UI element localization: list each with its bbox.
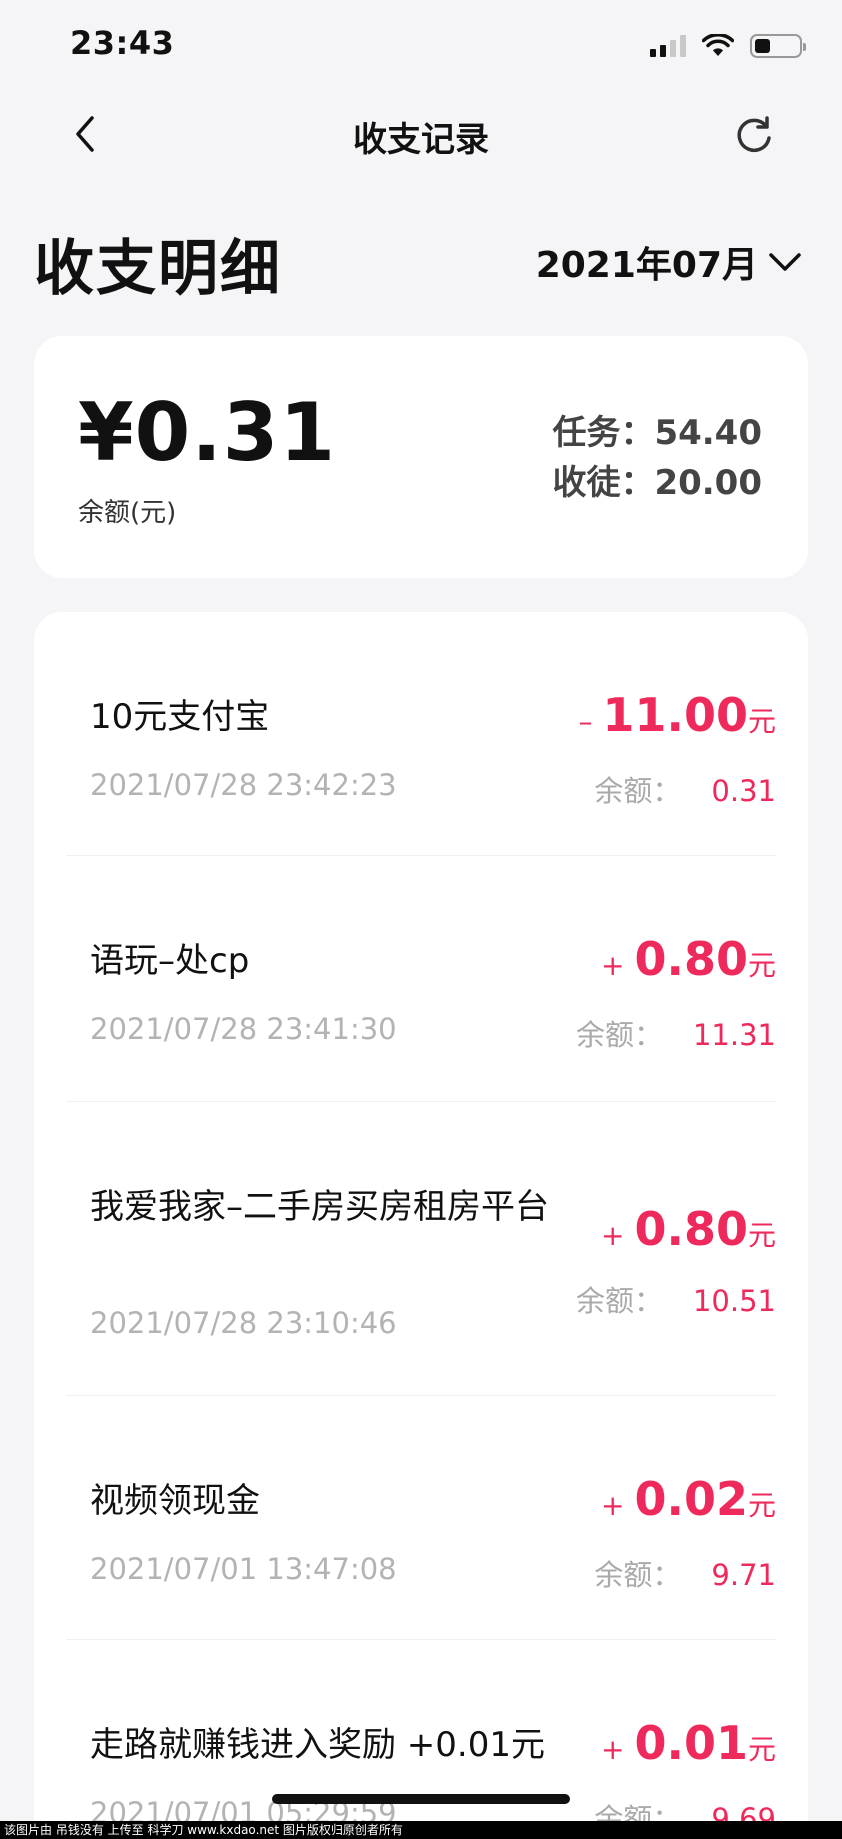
- earnings-stats: 任务：54.40 收徒：20.00: [552, 408, 762, 508]
- amount-sign: +: [601, 949, 625, 982]
- transaction-title: 10元支付宝: [90, 697, 270, 737]
- summary-card: ¥0.31 余额(元) 任务：54.40 收徒：20.00: [34, 336, 808, 578]
- transaction-amount: + 0.01 元: [601, 1716, 776, 1770]
- transaction-balance: 余额： 10.51: [576, 1278, 776, 1320]
- month-label: 2021年07月: [535, 245, 758, 286]
- transaction-amount: + 0.02 元: [601, 1472, 776, 1526]
- chevron-down-icon: [769, 253, 801, 271]
- page-title: 收支明细: [34, 234, 282, 304]
- task-label: 任务：: [552, 413, 655, 453]
- amount-sign: +: [601, 1219, 625, 1252]
- month-picker[interactable]: 2021年07月: [536, 236, 802, 288]
- transaction-amount: + 0.80 元: [601, 1202, 776, 1256]
- amount-sign: –: [578, 705, 593, 738]
- wifi-icon: [702, 34, 734, 56]
- balance-after-value: 9.71: [711, 1558, 776, 1592]
- task-earnings: 任务：54.40: [552, 408, 762, 458]
- transaction-row[interactable]: 10元支付宝 2021/07/28 23:42:23 – 11.00 元 余额：…: [66, 612, 776, 856]
- amount-value: 0.02: [634, 1472, 748, 1526]
- transaction-time: 2021/07/01 13:47:08: [90, 1552, 397, 1586]
- cellular-signal-icon: [650, 35, 686, 57]
- amount-unit: 元: [747, 949, 776, 982]
- transaction-amount: + 0.80 元: [601, 932, 776, 986]
- transaction-balance: 余额： 11.31: [576, 1012, 776, 1054]
- balance-after-value: 10.51: [692, 1284, 776, 1318]
- balance-after-value: 0.31: [711, 774, 776, 808]
- transaction-list: 10元支付宝 2021/07/28 23:42:23 – 11.00 元 余额：…: [34, 612, 808, 1839]
- amount-sign: +: [601, 1733, 625, 1766]
- amount-value: 11.00: [602, 688, 748, 742]
- amount-unit: 元: [747, 705, 776, 738]
- home-indicator[interactable]: [272, 1794, 570, 1804]
- navigation-bar: 收支记录: [0, 100, 842, 170]
- transaction-title: 我爱我家–二手房买房租房平台: [90, 1187, 549, 1227]
- transaction-row[interactable]: 我爱我家–二手房买房租房平台 2021/07/28 23:10:46 + 0.8…: [66, 1102, 776, 1396]
- transaction-row[interactable]: 语玩–处cp 2021/07/28 23:41:30 + 0.80 元 余额： 1…: [66, 856, 776, 1102]
- amount-value: 0.80: [634, 932, 748, 986]
- recruit-value: 20.00: [654, 463, 762, 503]
- transaction-time: 2021/07/28 23:10:46: [90, 1306, 397, 1340]
- recruit-label: 收徒：: [552, 463, 655, 503]
- recruit-earnings: 收徒：20.00: [552, 458, 762, 508]
- battery-icon: [750, 34, 806, 58]
- transaction-row[interactable]: 视频领现金 2021/07/01 13:47:08 + 0.02 元 余额： 9.…: [66, 1396, 776, 1640]
- amount-sign: +: [601, 1489, 625, 1522]
- transaction-time: 2021/07/28 23:42:23: [90, 768, 397, 802]
- transaction-balance: 余额： 9.71: [594, 1552, 776, 1594]
- transaction-amount: – 11.00 元: [578, 688, 776, 742]
- balance-after-label: 余额：: [575, 1018, 663, 1052]
- nav-title: 收支记录: [353, 120, 489, 160]
- task-value: 54.40: [654, 413, 762, 453]
- refresh-icon[interactable]: [732, 114, 776, 158]
- transaction-row[interactable]: 走路就赚钱进入奖励 +0.01元 2021/07/01 05:29:59 + 0…: [66, 1640, 776, 1839]
- balance-label: 余额(元): [78, 498, 177, 528]
- status-time: 23:43: [70, 24, 175, 62]
- amount-value: 0.01: [634, 1716, 748, 1770]
- balance-value: ¥0.31: [78, 386, 337, 479]
- transaction-title: 走路就赚钱进入奖励 +0.01元: [90, 1725, 545, 1765]
- transaction-balance: 余额： 0.31: [594, 768, 776, 810]
- transaction-title: 视频领现金: [90, 1481, 260, 1521]
- status-bar: 23:43: [0, 0, 842, 92]
- balance-after-label: 余额：: [594, 1558, 682, 1592]
- transaction-title: 语玩–处cp: [90, 941, 250, 981]
- balance-after-label: 余额：: [575, 1284, 663, 1318]
- balance-after-value: 11.31: [692, 1018, 776, 1052]
- amount-unit: 元: [747, 1219, 776, 1252]
- amount-value: 0.80: [634, 1202, 748, 1256]
- amount-unit: 元: [747, 1733, 776, 1766]
- status-icons: [650, 30, 806, 62]
- amount-unit: 元: [747, 1489, 776, 1522]
- battery-level: [755, 39, 770, 53]
- transaction-time: 2021/07/28 23:41:30: [90, 1012, 397, 1046]
- watermark: 该图片由 吊钱没有 上传至 科学刀 www.kxdao.net 图片版权归原创者…: [0, 1821, 842, 1839]
- balance-after-label: 余额：: [594, 774, 682, 808]
